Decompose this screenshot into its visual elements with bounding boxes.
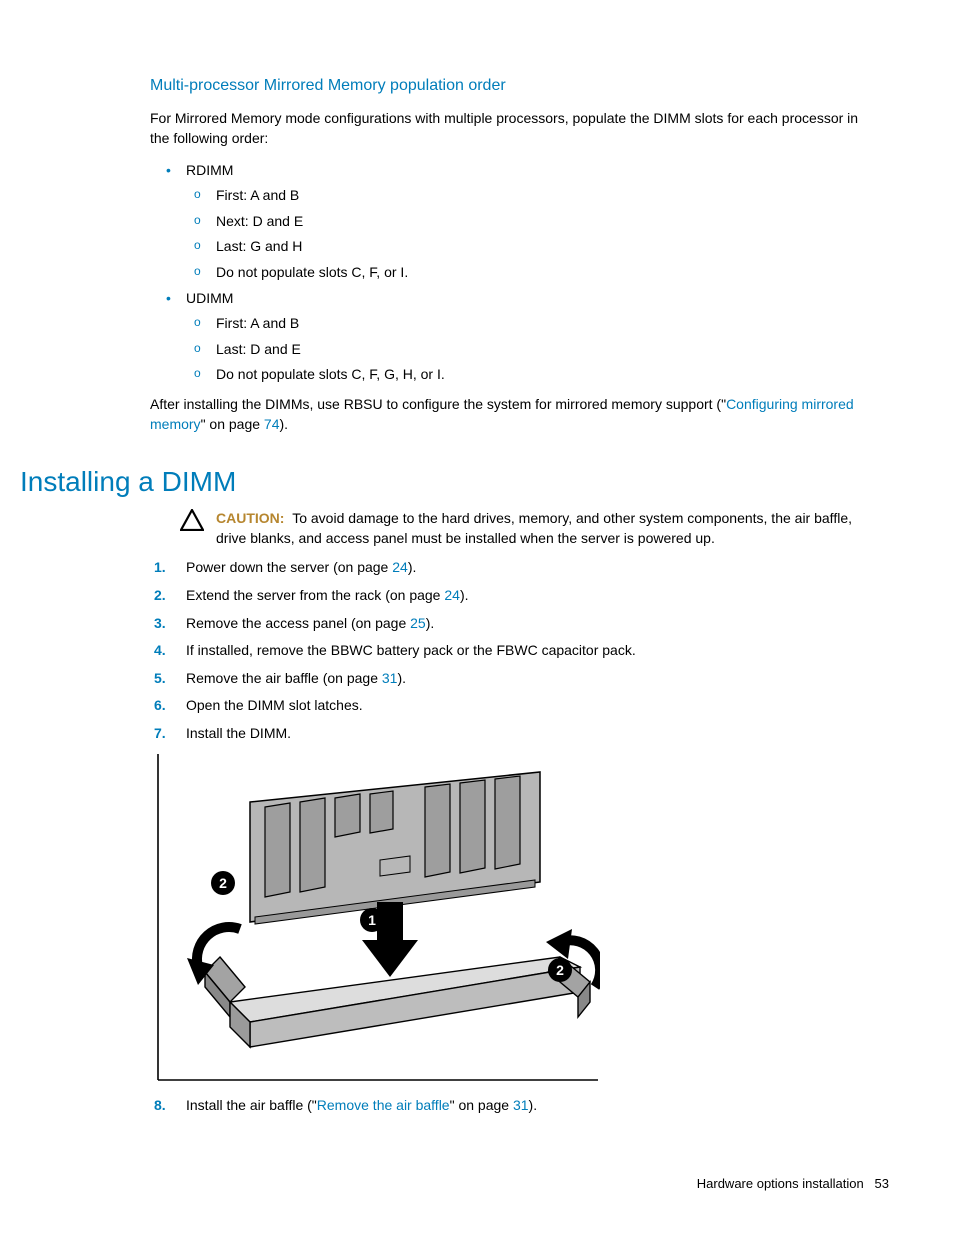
caution-block: CAUTION: To avoid damage to the hard dri… — [180, 509, 879, 548]
text: ). — [397, 670, 406, 686]
svg-text:2: 2 — [556, 962, 564, 978]
step-4: If installed, remove the BBWC battery pa… — [150, 641, 879, 661]
section-title: Installing a DIMM — [20, 462, 879, 501]
text: Extend the server from the rack (on page — [186, 587, 444, 603]
list-item: Last: G and H — [186, 237, 879, 257]
step-5: Remove the air baffle (on page 31). — [150, 669, 879, 689]
caution-body: To avoid damage to the hard drives, memo… — [216, 510, 852, 546]
caution-label: CAUTION: — [216, 510, 284, 526]
udimm-item: UDIMM First: A and B Last: D and E Do no… — [150, 289, 879, 385]
list-item: Do not populate slots C, F, G, H, or I. — [186, 365, 879, 385]
svg-text:2: 2 — [219, 875, 227, 891]
list-item: Last: D and E — [186, 340, 879, 360]
text: Power down the server (on page — [186, 559, 392, 575]
text: Remove the access panel (on page — [186, 615, 410, 631]
step-7: Install the DIMM. — [150, 724, 879, 744]
text: Install the air baffle (" — [186, 1097, 317, 1113]
page-link-31[interactable]: 31 — [513, 1097, 529, 1113]
svg-text:1: 1 — [368, 912, 376, 928]
page-link-24[interactable]: 24 — [444, 587, 460, 603]
intro-paragraph: For Mirrored Memory mode configurations … — [150, 109, 879, 148]
text: ). — [426, 615, 435, 631]
list-item: Next: D and E — [186, 212, 879, 232]
install-steps: Power down the server (on page 24). Exte… — [150, 558, 879, 743]
text: " on page — [201, 416, 264, 432]
udimm-label: UDIMM — [186, 290, 233, 306]
caution-text: CAUTION: To avoid damage to the hard dri… — [216, 509, 879, 548]
footer-page-number: 53 — [875, 1176, 889, 1191]
text: ). — [408, 559, 417, 575]
subheading: Multi-processor Mirrored Memory populati… — [150, 75, 879, 97]
page-link-31[interactable]: 31 — [382, 670, 398, 686]
install-steps-cont: Install the air baffle ("Remove the air … — [150, 1096, 879, 1116]
footer-text: Hardware options installation — [697, 1176, 864, 1191]
callout-2-right-icon: 2 — [548, 958, 572, 982]
after-install-paragraph: After installing the DIMMs, use RBSU to … — [150, 395, 879, 434]
dimm-module-icon — [250, 772, 540, 924]
step-3: Remove the access panel (on page 25). — [150, 614, 879, 634]
list-item: First: A and B — [186, 186, 879, 206]
step-1: Power down the server (on page 24). — [150, 558, 879, 578]
step-2: Extend the server from the rack (on page… — [150, 586, 879, 606]
text: After installing the DIMMs, use RBSU to … — [150, 396, 726, 412]
text: ). — [460, 587, 469, 603]
page-footer: Hardware options installation 53 — [85, 1175, 889, 1193]
text: ). — [529, 1097, 538, 1113]
udimm-sublist: First: A and B Last: D and E Do not popu… — [186, 314, 879, 385]
list-item: Do not populate slots C, F, or I. — [186, 263, 879, 283]
step-8: Install the air baffle ("Remove the air … — [150, 1096, 879, 1116]
rdimm-label: RDIMM — [186, 162, 233, 178]
step-6: Open the DIMM slot latches. — [150, 696, 879, 716]
callout-2-left-icon: 2 — [211, 871, 235, 895]
population-list: RDIMM First: A and B Next: D and E Last:… — [150, 161, 879, 385]
callout-1-icon: 1 — [360, 908, 384, 932]
remove-air-baffle-link[interactable]: Remove the air baffle — [317, 1097, 450, 1113]
caution-icon — [180, 509, 216, 537]
page-link-24[interactable]: 24 — [392, 559, 408, 575]
text: ). — [280, 416, 289, 432]
dimm-install-figure: 1 2 2 — [150, 752, 879, 1082]
page-link-25[interactable]: 25 — [410, 615, 426, 631]
rdimm-item: RDIMM First: A and B Next: D and E Last:… — [150, 161, 879, 283]
list-item: First: A and B — [186, 314, 879, 334]
text: " on page — [450, 1097, 513, 1113]
page-link-74[interactable]: 74 — [264, 416, 280, 432]
rdimm-sublist: First: A and B Next: D and E Last: G and… — [186, 186, 879, 282]
text: Remove the air baffle (on page — [186, 670, 382, 686]
